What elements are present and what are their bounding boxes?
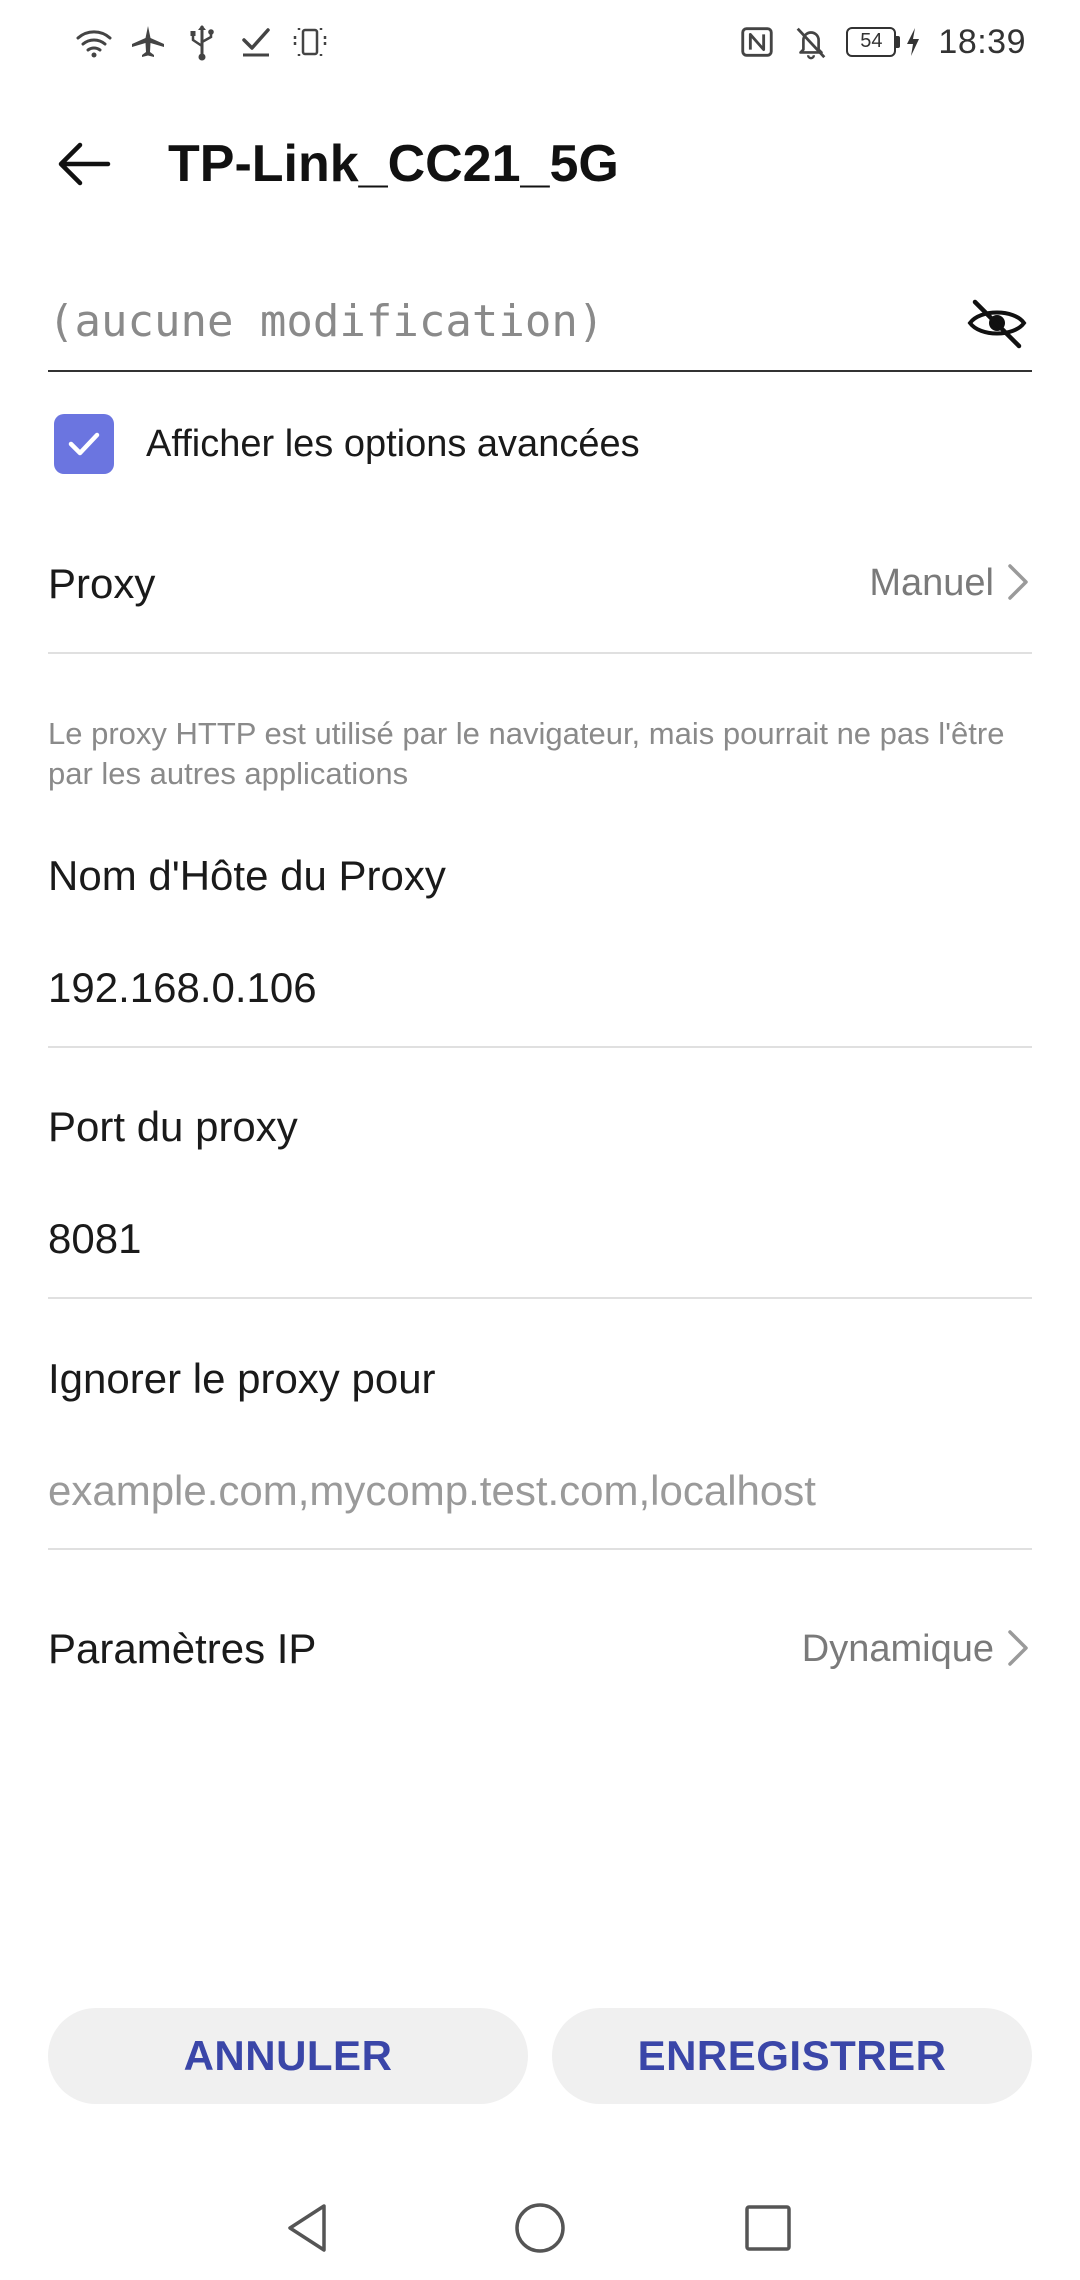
- checkmark-icon: [68, 432, 100, 456]
- arrow-back-icon: [58, 142, 111, 186]
- proxy-label: Proxy: [48, 560, 156, 607]
- ip-settings-value[interactable]: Dynamique: [802, 1628, 994, 1671]
- nfc-icon: [741, 27, 774, 57]
- usb-icon: [190, 25, 214, 61]
- ip-settings-label: Paramètres IP: [48, 1625, 317, 1672]
- proxy-hostname-input[interactable]: 192.168.0.106: [48, 964, 317, 1012]
- save-button[interactable]: ENREGISTRER: [552, 2008, 1032, 2104]
- proxy-port-label: Port du proxy: [48, 1103, 298, 1150]
- proxy-hostname-label: Nom d'Hôte du Proxy: [48, 852, 446, 899]
- navigation-bar: [0, 2176, 1080, 2280]
- proxy-help-text: Le proxy HTTP est utilisé par le navigat…: [48, 716, 1005, 791]
- nav-back-button[interactable]: [272, 2192, 344, 2264]
- cancel-button[interactable]: ANNULER: [48, 2008, 528, 2104]
- wifi-network-settings-screen: 54 18:39 TP-Link_CC21_5G (aucune modific…: [0, 0, 1080, 2280]
- status-left-icons: [74, 22, 330, 62]
- page-title: TP-Link_CC21_5G: [168, 135, 619, 193]
- nav-back-icon: [288, 2204, 326, 2252]
- nav-home-button[interactable]: [504, 2192, 576, 2264]
- charging-bolt-icon: [907, 28, 920, 56]
- password-placeholder: (aucune modification): [48, 296, 605, 347]
- status-right-icons: 54 18:39: [738, 22, 1026, 62]
- divider: [48, 1548, 1032, 1550]
- status-bar: 54 18:39: [0, 0, 1080, 92]
- wifi-icon: [76, 30, 112, 58]
- divider: [48, 1297, 1032, 1299]
- bell-muted-icon: [797, 27, 826, 60]
- airplane-icon: [132, 26, 164, 57]
- proxy-port-input[interactable]: 8081: [48, 1215, 141, 1263]
- battery-indicator: 54: [846, 27, 922, 57]
- password-input[interactable]: (aucune modification): [48, 288, 1032, 372]
- battery-tip: [896, 36, 901, 48]
- chevron-right-icon: [1008, 564, 1028, 600]
- back-button[interactable]: [48, 128, 120, 200]
- advanced-options-label: Afficher les options avancées: [146, 422, 640, 465]
- divider: [48, 652, 1032, 654]
- battery-level: 54: [846, 27, 897, 57]
- screen-rotate-icon: [293, 28, 327, 56]
- advanced-options-checkbox[interactable]: [54, 414, 114, 474]
- task-check-icon: [242, 28, 270, 57]
- chevron-right-icon: [1008, 1630, 1028, 1666]
- nav-recents-button[interactable]: [732, 2192, 804, 2264]
- nav-home-icon: [515, 2203, 565, 2253]
- nav-recents-icon: [745, 2205, 791, 2251]
- divider: [48, 1046, 1032, 1048]
- eye-off-icon[interactable]: [966, 292, 1028, 354]
- status-time: 18:39: [938, 22, 1026, 61]
- advanced-options-row[interactable]: Afficher les options avancées: [54, 412, 640, 476]
- proxy-bypass-input[interactable]: example.com,mycomp.test.com,localhost: [48, 1467, 816, 1515]
- proxy-bypass-label: Ignorer le proxy pour: [48, 1355, 436, 1402]
- proxy-value[interactable]: Manuel: [869, 562, 994, 605]
